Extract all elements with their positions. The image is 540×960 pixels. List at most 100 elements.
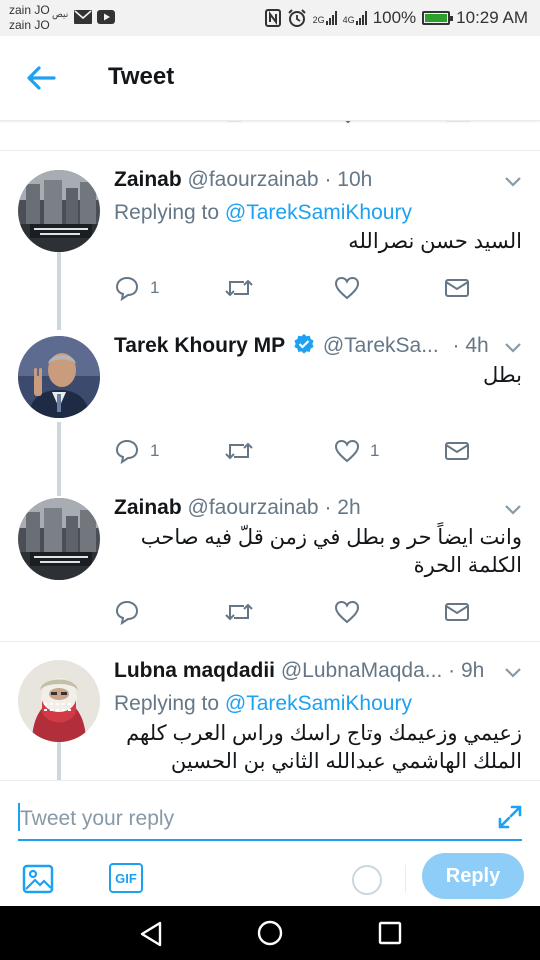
retweet-action[interactable]	[224, 273, 254, 303]
heart-icon	[334, 439, 360, 463]
nfc-icon	[264, 9, 281, 27]
replying-to: Replying to @TarekSamiKhoury	[114, 690, 412, 718]
status-bar: zain JO zain JO نيص 2G 4G 100% 10:29 AM	[0, 0, 540, 36]
mention-link[interactable]: @TarekSamiKhoury	[225, 692, 412, 715]
retweet-action[interactable]	[224, 597, 254, 627]
divider	[0, 150, 540, 151]
reply-icon	[115, 439, 139, 464]
tweet-time: · 2h	[324, 496, 361, 519]
like-action[interactable]	[334, 273, 360, 303]
tweet-header: Zainab @faourzainab · 10h	[114, 166, 372, 194]
reply-action[interactable]	[114, 597, 140, 627]
avatar-zainab[interactable]	[18, 170, 100, 252]
signal-1: 2G	[313, 11, 337, 25]
signal-2: 4G	[343, 11, 367, 25]
back-arrow-icon[interactable]	[24, 62, 60, 94]
tweet-actions: 1	[114, 273, 524, 303]
dm-action[interactable]	[444, 597, 470, 627]
reply-count: 1	[150, 441, 160, 460]
author-handle[interactable]: @faourzainab	[188, 168, 319, 191]
retweet-action[interactable]	[224, 436, 254, 466]
thread-line	[57, 422, 61, 496]
tweet-text-line: وانت ايضاً حر و بطل في زمن قلّ فيه صاحب	[140, 526, 522, 549]
tweet-time: · 9h	[448, 659, 485, 682]
status-extra-text: نيص	[52, 9, 69, 19]
replying-to: Replying to @TarekSamiKhoury	[114, 199, 412, 227]
tweet-text: بطل	[483, 364, 522, 387]
image-icon[interactable]	[22, 863, 54, 895]
retweet-icon	[225, 442, 253, 460]
avatar-lubna[interactable]	[18, 660, 100, 742]
tweet-text-line: الكلمة الحرة	[413, 554, 522, 577]
clock: 10:29 AM	[456, 8, 528, 27]
like-action[interactable]: 1	[334, 436, 379, 466]
reply-input[interactable]	[18, 799, 522, 841]
retweet-icon	[225, 603, 253, 621]
reply-action[interactable]: 1	[114, 436, 159, 466]
thread-line	[57, 742, 61, 780]
like-count: 1	[370, 441, 380, 460]
composer-divider	[405, 865, 406, 893]
carrier-labels: zain JO zain JO	[9, 3, 50, 33]
chevron-down-icon[interactable]	[504, 342, 522, 354]
avatar-image	[18, 336, 100, 418]
reply-count: 1	[150, 278, 160, 297]
tweet-text: وانت ايضاً حر و بطل في زمن قلّ فيه صاحب …	[122, 524, 522, 580]
tweet-text-line: الملك الهاشمي عبدالله الثاني بن الحسين	[170, 750, 522, 773]
network-type-1: 2G	[312, 15, 325, 25]
dm-action[interactable]	[444, 273, 470, 303]
envelope-icon	[445, 279, 469, 297]
avatar-image	[18, 498, 100, 580]
nav-recents-icon[interactable]	[378, 921, 402, 945]
dm-action[interactable]	[444, 436, 470, 466]
heart-icon	[334, 600, 360, 624]
author-name[interactable]: Tarek Khoury MP	[114, 334, 285, 357]
author-handle[interactable]: @faourzainab	[188, 496, 319, 519]
author-name[interactable]: Zainab	[114, 168, 182, 191]
tweet-header: Tarek Khoury MP @TarekSa... · 4h	[114, 332, 489, 360]
author-name[interactable]: Zainab	[114, 496, 182, 519]
divider	[0, 641, 540, 642]
mention-link[interactable]: @TarekSamiKhoury	[225, 201, 412, 224]
chevron-down-icon[interactable]	[504, 667, 522, 679]
reply-action[interactable]: 1	[114, 273, 159, 303]
avatar-zainab[interactable]	[18, 498, 100, 580]
android-nav-bar	[0, 906, 540, 960]
app-header: Tweet	[0, 36, 540, 121]
battery-percent: 100%	[372, 8, 417, 27]
battery-icon	[422, 11, 454, 25]
avatar-image	[18, 170, 100, 252]
retweet-icon	[225, 279, 253, 297]
envelope-icon	[445, 442, 469, 460]
replying-label: Replying to	[114, 201, 220, 224]
author-name[interactable]: Lubna maqdadii	[114, 659, 275, 682]
avatar-tarek[interactable]	[18, 336, 100, 418]
status-right: 2G 4G 100% 10:29 AM	[264, 6, 528, 30]
network-type-2: 4G	[342, 15, 355, 25]
author-handle[interactable]: @TarekSa...	[323, 334, 439, 357]
reply-composer: GIF Reply	[0, 780, 540, 907]
tweet-text-line: زعيمي وزعيمك وتاج راسك وراس العرب كلهم	[126, 722, 522, 745]
like-action[interactable]	[334, 597, 360, 627]
page-title: Tweet	[108, 63, 175, 90]
expand-icon[interactable]	[496, 803, 524, 831]
gif-button[interactable]: GIF	[109, 863, 143, 893]
nav-back-icon[interactable]	[138, 920, 164, 948]
tweet-text: زعيمي وزعيمك وتاج راسك وراس العرب كلهم ا…	[122, 720, 522, 776]
character-counter-ring	[352, 865, 382, 895]
nav-home-icon[interactable]	[257, 920, 283, 946]
avatar-image	[18, 660, 100, 742]
text-cursor	[18, 803, 20, 831]
chevron-down-icon[interactable]	[504, 176, 522, 188]
tweet-header: Zainab @faourzainab · 2h	[114, 494, 361, 522]
tweet-time: · 4h	[452, 334, 489, 357]
reply-button[interactable]: Reply	[422, 853, 524, 899]
chevron-down-icon[interactable]	[504, 504, 522, 516]
author-handle[interactable]: @LubnaMaqda...	[281, 659, 442, 682]
tweet-actions	[114, 597, 524, 627]
youtube-icon	[97, 10, 115, 24]
reply-icon	[115, 276, 139, 301]
carrier-2: zain JO	[9, 18, 50, 32]
reply-icon	[115, 600, 139, 625]
heart-icon	[334, 276, 360, 300]
